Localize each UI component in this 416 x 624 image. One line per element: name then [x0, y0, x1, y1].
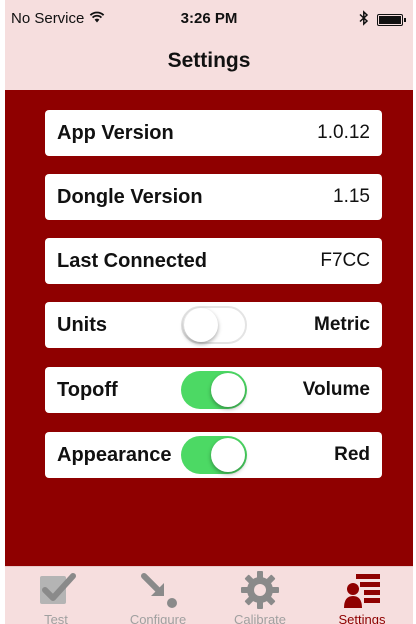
units-label: Units: [57, 313, 107, 336]
page-title: Settings: [167, 49, 251, 72]
phone-screen: No Service 3:26 PM Settings App Version …: [5, 0, 413, 624]
app-version-row: App Version 1.0.12: [45, 110, 382, 156]
tab-configure[interactable]: Configure: [107, 567, 209, 624]
last-connected-row: Last Connected F7CC: [45, 238, 382, 284]
topoff-toggle[interactable]: [181, 371, 247, 409]
tab-settings[interactable]: Settings: [311, 567, 413, 624]
tab-calibrate-label: Calibrate: [233, 612, 287, 624]
units-toggle[interactable]: [181, 306, 247, 344]
tab-test-label: Test: [44, 612, 68, 624]
last-connected-value: F7CC: [320, 250, 370, 271]
units-value: Metric: [314, 314, 370, 335]
units-row: Units Metric: [45, 302, 382, 348]
battery-icon: [377, 14, 406, 26]
last-connected-label: Last Connected: [57, 249, 208, 272]
status-time: 3:26 PM: [180, 10, 238, 27]
topoff-value: Volume: [302, 379, 370, 400]
appearance-label: Appearance: [57, 443, 172, 466]
bluetooth-icon: [359, 10, 369, 30]
status-bar: No Service 3:26 PM: [5, 0, 413, 40]
tab-configure-label: Configure: [129, 612, 187, 624]
topoff-row: Topoff Volume: [45, 367, 382, 413]
units-toggle-knob: [184, 308, 218, 342]
settings-panel: App Version 1.0.12 Dongle Version 1.15 L…: [5, 90, 413, 566]
status-right: [359, 10, 406, 30]
dongle-version-value: 1.15: [333, 186, 370, 207]
dongle-version-row: Dongle Version 1.15: [45, 174, 382, 220]
app-version-label: App Version: [57, 121, 174, 144]
topoff-toggle-knob: [211, 373, 245, 407]
dongle-version-label: Dongle Version: [57, 185, 203, 208]
tab-calibrate[interactable]: Calibrate: [209, 567, 311, 624]
appearance-toggle-knob: [211, 438, 245, 472]
appearance-toggle[interactable]: [181, 436, 247, 474]
app-version-value: 1.0.12: [317, 122, 370, 143]
appearance-value: Red: [334, 444, 370, 465]
topoff-label: Topoff: [57, 378, 118, 401]
tab-test[interactable]: Test: [5, 567, 107, 624]
tab-settings-label: Settings: [338, 612, 386, 624]
arrow-dot-icon: [107, 569, 209, 611]
gear-icon: [209, 569, 311, 611]
appearance-row: Appearance Red: [45, 432, 382, 478]
settings-list-icon: [311, 569, 413, 611]
checklist-icon: [5, 569, 107, 611]
tab-bar: Test Configure Calibrate Settings: [5, 566, 413, 624]
top-bar: No Service 3:26 PM Settings: [5, 0, 413, 90]
